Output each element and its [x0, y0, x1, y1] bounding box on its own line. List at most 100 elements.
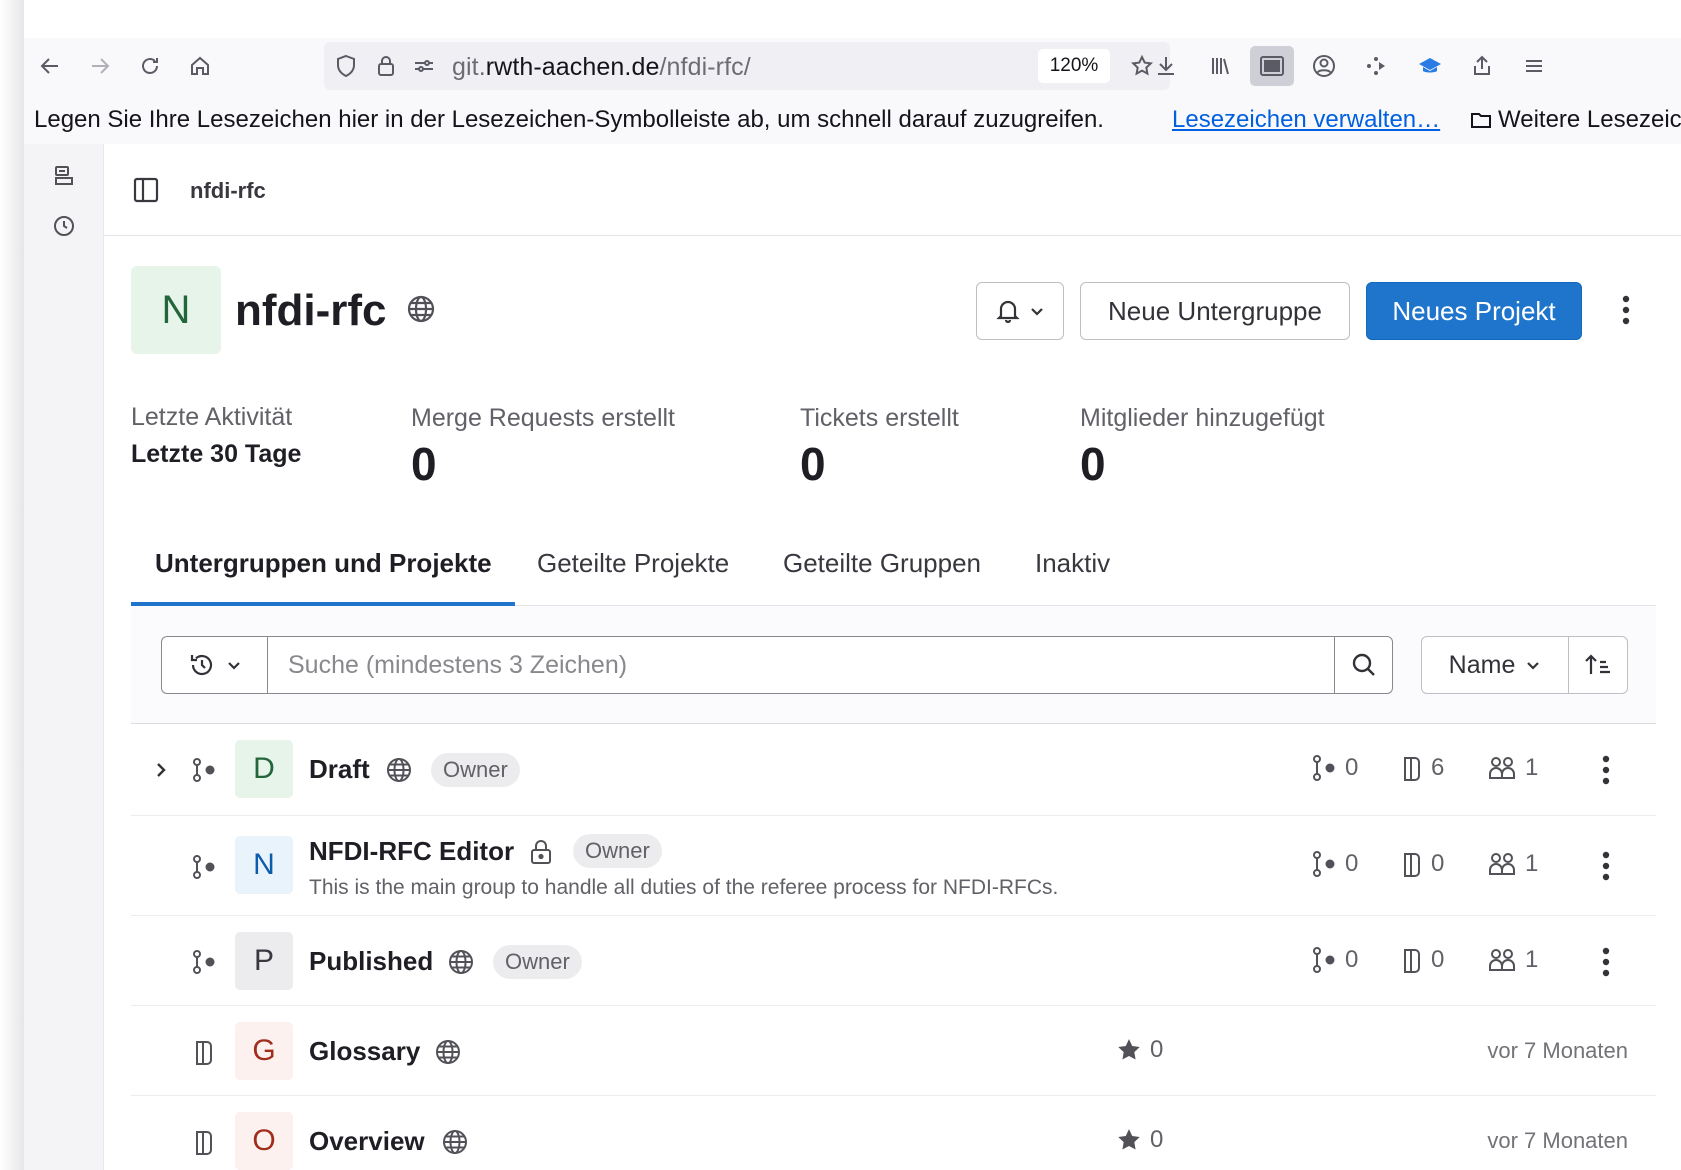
history-icon	[190, 654, 212, 676]
sort-label: Name	[1448, 650, 1516, 679]
list-item-published[interactable]: P Published Owner 0 0 1	[131, 916, 1656, 1006]
users-icon	[1489, 757, 1515, 779]
window-left-shadow	[0, 0, 24, 1170]
reload-button[interactable]	[132, 48, 168, 84]
zoom-level-button[interactable]: 120%	[1038, 49, 1110, 83]
notification-settings-button[interactable]	[976, 282, 1064, 340]
expand-chevron-icon[interactable]	[149, 758, 173, 782]
back-button[interactable]	[32, 48, 68, 84]
downloads-button[interactable]	[1144, 46, 1188, 86]
list-item-nfdi-rfc-editor[interactable]: N NFDI-RFC Editor Owner This is the main…	[131, 816, 1656, 916]
sidebar-icon	[1260, 56, 1284, 76]
project-icon	[1404, 853, 1420, 877]
tab-subgroups-projects[interactable]: Untergruppen und Projekte	[155, 548, 492, 579]
search-input[interactable]: Suche (mindestens 3 Zeichen)	[267, 636, 1335, 694]
url-host: rwth-aachen.de	[485, 53, 660, 81]
item-name[interactable]: Overview	[309, 1126, 425, 1157]
list-item-overview[interactable]: O Overview 0 vor 7 Monaten	[131, 1096, 1656, 1170]
browser-toolbar: git.rwth-aachen.de/nfdi-rfc/ 120%	[24, 38, 1681, 94]
extension-button[interactable]	[1354, 46, 1398, 86]
other-bookmarks-folder[interactable]: Weitere Lesezeic	[1470, 106, 1681, 134]
item-avatar: O	[235, 1112, 293, 1170]
url-prefix: git.	[452, 53, 486, 81]
item-avatar: N	[235, 836, 293, 894]
gitlab-top-bar: nfdi-rfc	[104, 144, 1681, 236]
account-button[interactable]	[1302, 46, 1346, 86]
project-icon	[189, 1037, 219, 1067]
issues-created-label: Tickets erstellt	[800, 404, 959, 432]
merge-requests-created-value: 0	[411, 438, 437, 490]
app-menu-button[interactable]	[1512, 46, 1556, 86]
extension-blue-button[interactable]	[1408, 46, 1452, 86]
home-icon	[191, 56, 209, 75]
item-actions-button[interactable]	[1594, 848, 1618, 884]
role-badge: Owner	[493, 945, 582, 979]
members-added-label: Mitglieder hinzugefügt	[1080, 404, 1325, 432]
kebab-icon	[1622, 295, 1630, 325]
item-name[interactable]: Draft	[309, 754, 370, 785]
filter-bar: Suche (mindestens 3 Zeichen) Name	[131, 606, 1656, 724]
permissions-icon[interactable]	[412, 54, 436, 78]
sidebar-button[interactable]	[1250, 46, 1294, 86]
shield-icon[interactable]	[334, 54, 358, 78]
merge-requests-rail-button[interactable]	[46, 158, 82, 194]
issues-created-value: 0	[800, 438, 826, 490]
activity-label: Letzte Aktivität	[131, 403, 293, 431]
lock-icon[interactable]	[374, 54, 398, 78]
item-name[interactable]: Glossary	[309, 1036, 420, 1067]
list-item-glossary[interactable]: G Glossary 0 vor 7 Monaten	[131, 1006, 1656, 1096]
lock-icon	[526, 837, 556, 867]
breadcrumb[interactable]: nfdi-rfc	[190, 178, 266, 204]
subgroup-icon	[189, 947, 219, 977]
item-name[interactable]: Published	[309, 946, 433, 977]
item-actions-button[interactable]	[1594, 944, 1618, 980]
subgroup-count-value: 0	[1345, 946, 1359, 973]
chevron-down-icon	[1031, 308, 1043, 316]
group-avatar: N	[131, 266, 221, 354]
recent-searches-button[interactable]	[161, 636, 267, 694]
clock-icon	[54, 216, 74, 236]
url-text[interactable]: git.rwth-aachen.de/nfdi-rfc/	[452, 53, 751, 82]
item-avatar: G	[235, 1022, 293, 1080]
tab-shared-projects[interactable]: Geteilte Projekte	[537, 548, 729, 579]
home-button[interactable]	[182, 48, 218, 84]
sort-direction-button[interactable]	[1568, 636, 1628, 694]
star-icon	[1118, 1129, 1140, 1150]
history-rail-button[interactable]	[46, 208, 82, 244]
star-count-value: 0	[1150, 1036, 1164, 1063]
role-badge: Owner	[431, 753, 520, 787]
group-actions-menu-button[interactable]	[1614, 292, 1638, 328]
graduation-cap-icon	[1419, 58, 1441, 73]
search-button[interactable]	[1335, 636, 1393, 694]
chevron-down-icon	[1527, 662, 1540, 670]
kebab-icon	[1602, 755, 1610, 785]
todo-icon	[55, 166, 73, 185]
address-bar[interactable]: git.rwth-aachen.de/nfdi-rfc/ 120%	[324, 42, 1170, 90]
share-button[interactable]	[1460, 46, 1504, 86]
list-item-draft[interactable]: D Draft Owner 0 6 1	[131, 724, 1656, 816]
forward-button[interactable]	[82, 48, 118, 84]
item-name[interactable]: NFDI-RFC Editor	[309, 836, 514, 867]
account-icon	[1313, 55, 1335, 77]
item-actions-button[interactable]	[1594, 752, 1618, 788]
new-project-button[interactable]: Neues Projekt	[1366, 282, 1582, 340]
manage-bookmarks-link[interactable]: Lesezeichen verwalten…	[1172, 106, 1440, 134]
bookmarks-empty-message: Legen Sie Ihre Lesezeichen hier in der L…	[34, 106, 1104, 133]
sidebar-toggle-icon	[133, 177, 159, 203]
tab-shared-groups[interactable]: Geteilte Gruppen	[783, 548, 981, 579]
role-badge: Owner	[573, 834, 662, 868]
bookmarks-toolbar: Legen Sie Ihre Lesezeichen hier in der L…	[24, 94, 1681, 144]
page-title: nfdi-rfc	[235, 286, 387, 335]
tab-inactive[interactable]: Inaktiv	[1035, 548, 1110, 579]
project-icon	[1404, 757, 1420, 781]
bell-icon	[996, 300, 1020, 324]
sidebar-toggle-button[interactable]	[130, 174, 162, 206]
sort-dropdown[interactable]: Name	[1421, 636, 1569, 694]
new-subgroup-button[interactable]: Neue Untergruppe	[1080, 282, 1350, 340]
globe-icon	[440, 1127, 470, 1157]
users-icon	[1489, 949, 1515, 971]
subgroup-icon	[1313, 947, 1335, 973]
library-button[interactable]	[1198, 46, 1242, 86]
subgroup-count: 0	[1311, 946, 1358, 974]
member-count-value: 1	[1525, 850, 1539, 877]
